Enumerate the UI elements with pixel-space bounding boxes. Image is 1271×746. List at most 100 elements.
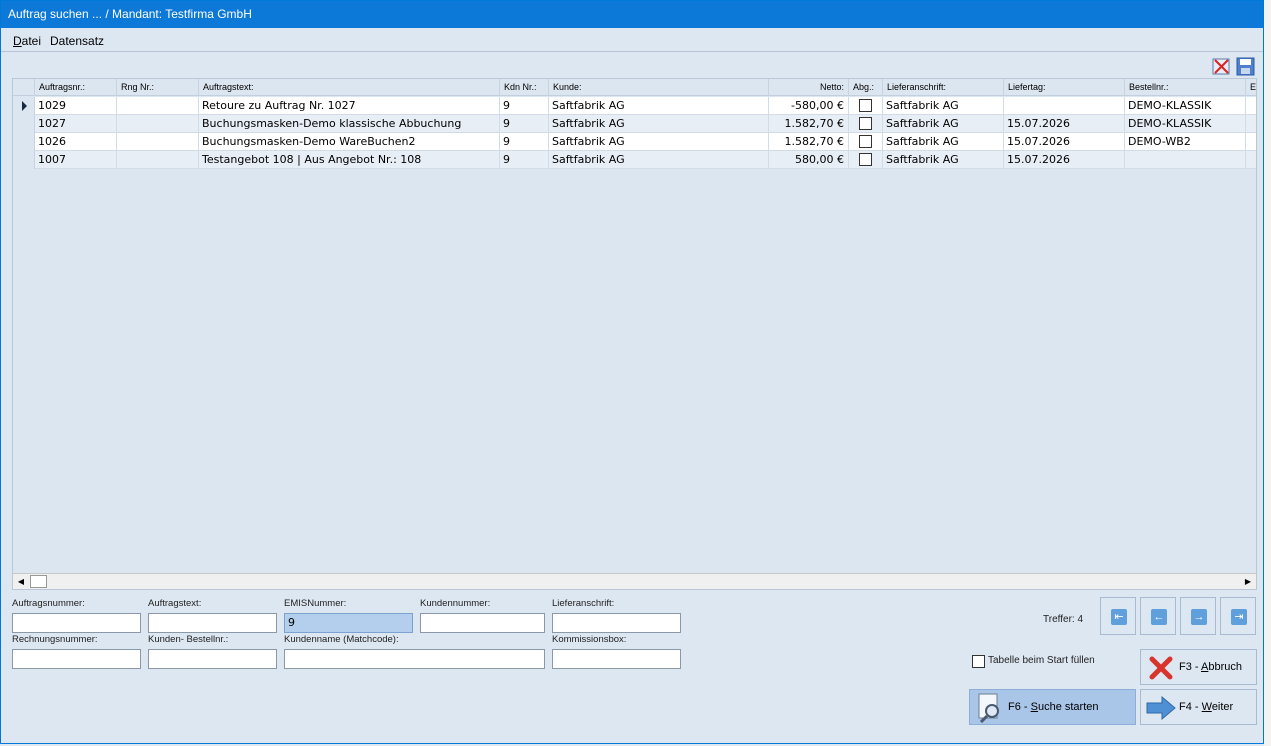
table-row[interactable]: 1029 Retoure zu Auftrag Nr. 1027 9 Saftfabr… (13, 97, 1256, 115)
scroll-left-icon[interactable]: ◀ (13, 574, 29, 589)
tabelle-start-label: Tabelle beim Start füllen (988, 655, 1095, 666)
cell-text[interactable]: Retoure zu Auftrag Nr. 1027 (199, 97, 500, 115)
cell-kunde[interactable]: Saftfabrik AG (549, 115, 769, 133)
current-row-icon (22, 101, 27, 111)
cell-text[interactable]: Testangebot 108 | Aus Angebot Nr.: 108 (199, 151, 500, 169)
header-auftragstext[interactable]: Auftragstext: (199, 79, 500, 96)
delete-icon[interactable] (1212, 57, 1231, 76)
emisnummer-input[interactable]: 9 (284, 613, 413, 633)
cell-bestellnr[interactable] (1125, 151, 1246, 169)
horizontal-scrollbar[interactable]: ◀ ▶ (13, 573, 1256, 589)
auftragsnummer-input[interactable] (12, 613, 141, 633)
kundenname-input[interactable] (284, 649, 545, 669)
save-icon[interactable] (1236, 57, 1255, 76)
cell-e[interactable] (1246, 97, 1256, 115)
rechnungsnummer-input[interactable] (12, 649, 141, 669)
search-document-icon (978, 693, 999, 723)
abg-checkbox[interactable] (859, 99, 872, 112)
kommissionsbox-input[interactable] (552, 649, 681, 669)
cell-bestellnr[interactable]: DEMO-WB2 (1125, 133, 1246, 151)
abg-checkbox[interactable] (859, 135, 872, 148)
weiter-button[interactable]: F4 - Weiter (1140, 689, 1257, 725)
cell-lieferanschrift[interactable]: Saftfabrik AG (883, 97, 1004, 115)
cell-lieferanschrift[interactable]: Saftfabrik AG (883, 115, 1004, 133)
cell-auftragsnr[interactable]: 1027 (35, 115, 117, 133)
cell-rngnr[interactable] (117, 97, 199, 115)
menu-datensatz[interactable]: Datensatz (50, 34, 104, 48)
cell-liefertag[interactable]: 15.07.2026 (1004, 151, 1125, 169)
label-kundenname: Kundenname (Matchcode): (284, 634, 399, 645)
results-grid[interactable]: Auftragsnr.: Rng Nr.: Auftragstext: Kdn … (12, 78, 1257, 590)
table-row[interactable]: 1027 Buchungsmasken-Demo klassische Abbuc… (13, 115, 1256, 133)
scroll-thumb[interactable] (30, 575, 47, 588)
arrow-right-icon (1146, 696, 1176, 720)
cell-e[interactable] (1246, 133, 1256, 151)
row-selector[interactable] (13, 151, 35, 169)
header-kdnnr[interactable]: Kdn Nr.: (500, 79, 549, 96)
cell-netto[interactable]: -580,00 € (769, 97, 849, 115)
label-auftragsnummer: Auftragsnummer: (12, 598, 85, 609)
row-selector[interactable] (13, 115, 35, 133)
cell-bestellnr[interactable]: DEMO-KLASSIK (1125, 115, 1246, 133)
last-record-icon: ⇥ (1231, 609, 1247, 625)
kundennummer-input[interactable] (420, 613, 545, 633)
lieferanschrift-input[interactable] (552, 613, 681, 633)
cell-liefertag[interactable]: 15.07.2026 (1004, 115, 1125, 133)
search-order-window: Auftrag suchen ... / Mandant: Testfirma … (0, 0, 1264, 744)
label-emisnummer: EMISNummer: (284, 598, 347, 609)
header-rngnr[interactable]: Rng Nr.: (117, 79, 199, 96)
header-liefertag[interactable]: Liefertag: (1004, 79, 1125, 96)
cell-kdnnr[interactable]: 9 (500, 97, 549, 115)
cell-auftragsnr[interactable]: 1026 (35, 133, 117, 151)
header-auftragsnr[interactable]: Auftragsnr.: (35, 79, 117, 96)
cell-e[interactable] (1246, 115, 1256, 133)
row-selector[interactable] (13, 97, 35, 115)
cell-kunde[interactable]: Saftfabrik AG (549, 97, 769, 115)
header-abg[interactable]: Abg.: (849, 79, 883, 96)
abg-checkbox[interactable] (859, 117, 872, 130)
cell-kdnnr[interactable]: 9 (500, 115, 549, 133)
cell-kunde[interactable]: Saftfabrik AG (549, 151, 769, 169)
table-row[interactable]: 1007 Testangebot 108 | Aus Angebot Nr.: 1… (13, 151, 1256, 169)
cell-kunde[interactable]: Saftfabrik AG (549, 133, 769, 151)
last-record-button[interactable]: ⇥ (1220, 597, 1256, 635)
cell-auftragsnr[interactable]: 1007 (35, 151, 117, 169)
tabelle-start-checkbox[interactable] (972, 655, 985, 668)
cell-rngnr[interactable] (117, 115, 199, 133)
next-record-icon: → (1191, 609, 1207, 625)
cell-lieferanschrift[interactable]: Saftfabrik AG (883, 133, 1004, 151)
scroll-right-icon[interactable]: ▶ (1240, 574, 1256, 589)
cell-e[interactable] (1246, 151, 1256, 169)
suche-starten-button[interactable]: F6 - Suche starten (969, 689, 1136, 725)
kundenbestellnr-input[interactable] (148, 649, 277, 669)
cell-bestellnr[interactable]: DEMO-KLASSIK (1125, 97, 1246, 115)
previous-record-button[interactable]: ← (1140, 597, 1176, 635)
cell-auftragsnr[interactable]: 1029 (35, 97, 117, 115)
header-kunde[interactable]: Kunde: (549, 79, 769, 96)
menu-datei[interactable]: Datei (13, 34, 41, 48)
cell-liefertag[interactable] (1004, 97, 1125, 115)
cell-rngnr[interactable] (117, 151, 199, 169)
cell-netto[interactable]: 580,00 € (769, 151, 849, 169)
header-lieferanschrift[interactable]: Lieferanschrift: (883, 79, 1004, 96)
cell-lieferanschrift[interactable]: Saftfabrik AG (883, 151, 1004, 169)
abg-checkbox[interactable] (859, 153, 872, 166)
cell-kdnnr[interactable]: 9 (500, 151, 549, 169)
auftragstext-input[interactable] (148, 613, 277, 633)
cell-text[interactable]: Buchungsmasken-Demo WareBuchen2 (199, 133, 500, 151)
first-record-button[interactable]: ⇤ (1100, 597, 1136, 635)
header-netto[interactable]: Netto: (769, 79, 849, 96)
cell-netto[interactable]: 1.582,70 € (769, 133, 849, 151)
first-record-icon: ⇤ (1111, 609, 1127, 625)
cell-kdnnr[interactable]: 9 (500, 133, 549, 151)
cell-rngnr[interactable] (117, 133, 199, 151)
cell-netto[interactable]: 1.582,70 € (769, 115, 849, 133)
row-selector[interactable] (13, 133, 35, 151)
header-extra[interactable]: E (1246, 79, 1256, 96)
table-row[interactable]: 1026 Buchungsmasken-Demo WareBuchen2 9 Saft… (13, 133, 1256, 151)
header-bestellnr[interactable]: Bestellnr.: (1125, 79, 1246, 96)
next-record-button[interactable]: → (1180, 597, 1216, 635)
abbruch-button[interactable]: F3 - Abbruch (1140, 649, 1257, 685)
cell-text[interactable]: Buchungsmasken-Demo klassische Abbuchung (199, 115, 500, 133)
cell-liefertag[interactable]: 15.07.2026 (1004, 133, 1125, 151)
